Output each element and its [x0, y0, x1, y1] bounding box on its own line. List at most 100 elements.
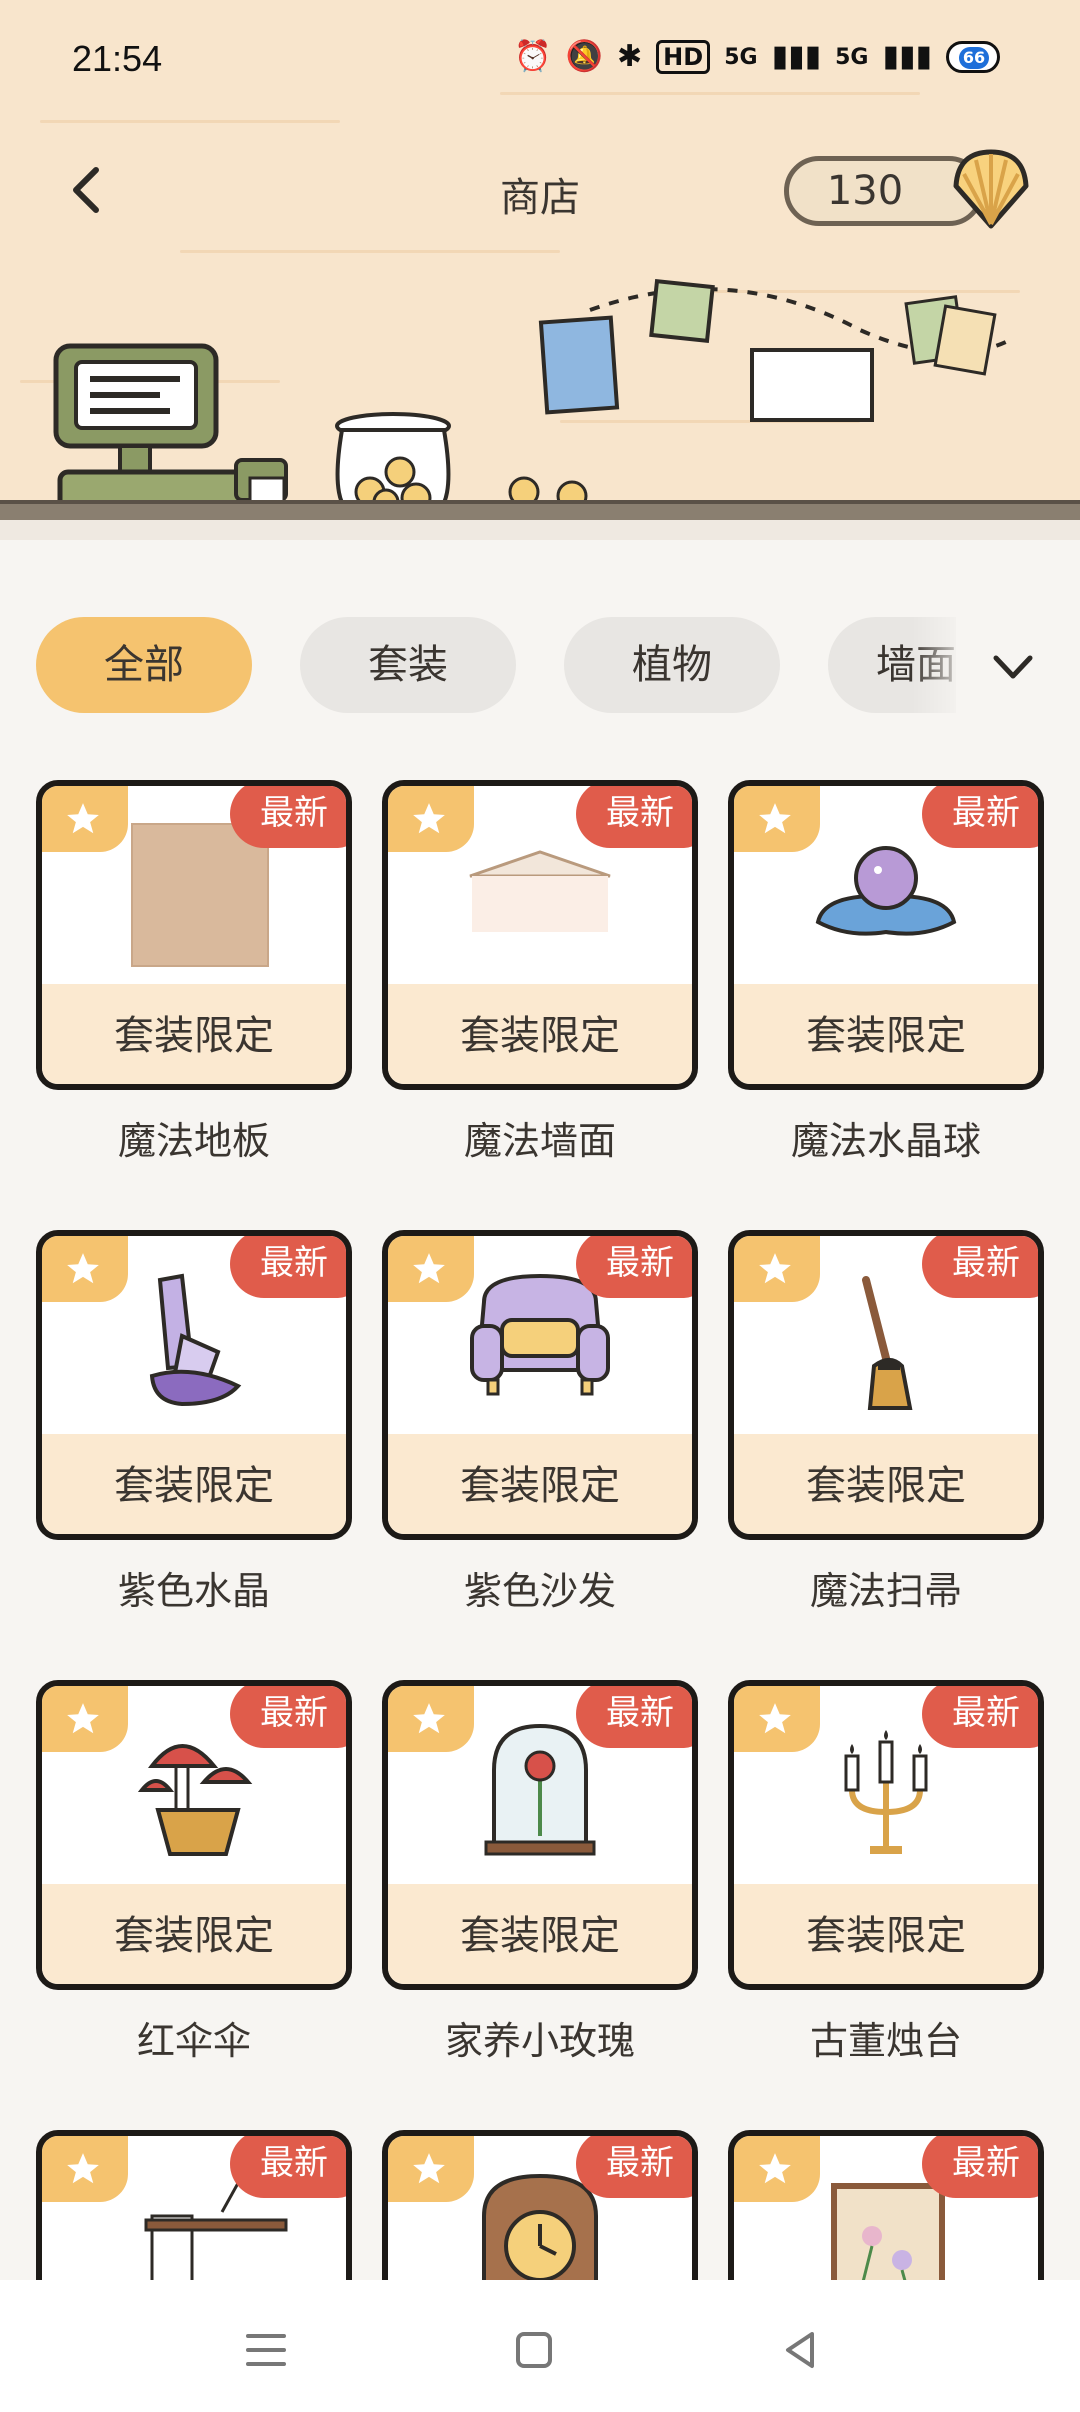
star-icon: [759, 803, 791, 834]
item-grid: 最新 套装限定 魔法地板 最新 套装限定 魔法墙面 最新 套装限定 魔法水晶球 …: [0, 780, 1080, 2280]
star-icon: [413, 803, 445, 834]
wood-grain: [180, 250, 560, 253]
card-footer: 套装限定: [388, 1434, 692, 1534]
card-footer: 套装限定: [388, 1884, 692, 1984]
favorite-badge[interactable]: [388, 1686, 474, 1752]
status-time: 21:54: [72, 38, 163, 79]
back-triangle-icon[interactable]: [770, 2320, 830, 2380]
item-card[interactable]: 最新 套装限定 紫色水晶: [36, 1230, 352, 1613]
floor-strip: [0, 520, 1080, 540]
item-card-frame: 最新 套装限定: [382, 1680, 698, 1990]
item-card-frame: 最新 套装限定: [36, 780, 352, 1090]
item-card-frame: 最新 套装限定: [728, 780, 1044, 1090]
item-card-frame: 最新 套装限定: [382, 1230, 698, 1540]
favorite-badge[interactable]: [42, 1686, 128, 1752]
signal-bars-icon: ▮▮▮: [771, 39, 822, 74]
signal-bars-icon-2: ▮▮▮: [882, 39, 932, 74]
card-footer: 套装限定: [734, 1884, 1038, 1984]
tab-all[interactable]: 全部: [36, 617, 252, 713]
favorite-badge[interactable]: [734, 1236, 820, 1302]
signal-5g-icon: 5G: [724, 44, 758, 70]
star-icon: [67, 1703, 99, 1734]
tab-sets[interactable]: 套装: [300, 617, 516, 713]
star-icon: [759, 2153, 791, 2184]
wood-grain: [40, 120, 340, 123]
counter-shelf: [0, 500, 1080, 520]
new-badge: 最新: [576, 1686, 692, 1748]
card-footer: 套装限定: [388, 984, 692, 1084]
star-icon: [67, 803, 99, 834]
item-card[interactable]: 最新 套装限定 魔法水晶球: [728, 780, 1044, 1163]
favorite-badge[interactable]: [42, 1236, 128, 1302]
item-card[interactable]: 最新: [382, 2130, 698, 2280]
item-name: 古董烛台: [809, 2019, 962, 2063]
favorite-badge[interactable]: [42, 786, 128, 852]
star-icon: [413, 1253, 445, 1284]
status-icons: ⏰ 🔕 ✱ HD 5G ▮▮▮ 5G ▮▮▮ 66: [514, 40, 1000, 74]
star-icon: [759, 1703, 791, 1734]
item-card[interactable]: 最新: [36, 2130, 352, 2280]
new-badge: 最新: [576, 2136, 692, 2198]
card-footer: 套装限定: [734, 1434, 1038, 1534]
system-nav-bar: [0, 2280, 1080, 2412]
item-card[interactable]: 最新 套装限定 魔法墙面: [382, 780, 698, 1163]
alarm-icon: ⏰: [514, 39, 552, 74]
category-tabs: 全部 套装 植物 墙面装: [36, 617, 956, 715]
star-icon: [67, 2153, 99, 2184]
menu-icon[interactable]: [236, 2320, 296, 2380]
star-icon: [759, 1253, 791, 1284]
new-badge: 最新: [576, 1236, 692, 1298]
favorite-badge[interactable]: [734, 1686, 820, 1752]
item-card-frame: 最新 套装限定: [36, 1680, 352, 1990]
item-card[interactable]: 最新 套装限定 古董烛台: [728, 1680, 1044, 2063]
item-card[interactable]: 最新: [728, 2130, 1044, 2280]
new-badge: 最新: [922, 2136, 1038, 2198]
star-icon: [413, 2153, 445, 2184]
tab-plants[interactable]: 植物: [564, 617, 780, 713]
item-card-frame: 最新: [382, 2130, 698, 2280]
item-name: 紫色水晶: [117, 1569, 270, 1613]
item-name: 魔法地板: [117, 1119, 270, 1163]
status-bar: 21:54 ⏰ 🔕 ✱ HD 5G ▮▮▮ 5G ▮▮▮ 66: [0, 0, 1080, 110]
battery-icon: 66: [946, 41, 1000, 73]
star-icon: [413, 1703, 445, 1734]
new-badge: 最新: [230, 2136, 346, 2198]
favorite-badge[interactable]: [42, 2136, 128, 2202]
favorite-badge[interactable]: [388, 2136, 474, 2202]
new-badge: 最新: [922, 1686, 1038, 1748]
tabs-fade: [912, 612, 972, 722]
new-badge: 最新: [230, 786, 346, 848]
item-card[interactable]: 最新 套装限定 紫色沙发: [382, 1230, 698, 1613]
favorite-badge[interactable]: [388, 786, 474, 852]
card-footer: 套装限定: [42, 1434, 346, 1534]
item-name: 家养小玫瑰: [444, 2019, 635, 2063]
hd-icon: HD: [656, 40, 711, 74]
card-footer: 套装限定: [734, 984, 1038, 1084]
item-name: 紫色沙发: [463, 1569, 616, 1613]
item-name: 红伞伞: [136, 2019, 251, 2063]
item-name: 魔法水晶球: [790, 1119, 981, 1163]
mute-bell-icon: 🔕: [565, 39, 604, 74]
battery-level: 66: [959, 47, 989, 69]
item-card-frame: 最新 套装限定: [728, 1680, 1044, 1990]
shell-currency-icon: [953, 149, 1029, 229]
favorite-badge[interactable]: [734, 2136, 820, 2202]
favorite-badge[interactable]: [734, 786, 820, 852]
favorite-badge[interactable]: [388, 1236, 474, 1302]
item-card-frame: 最新 套装限定: [36, 1230, 352, 1540]
item-card[interactable]: 最新 套装限定 红伞伞: [36, 1680, 352, 2063]
notes-board-illustration: [538, 279, 1011, 422]
bluetooth-icon: ✱: [617, 39, 643, 74]
item-card-frame: 最新: [36, 2130, 352, 2280]
item-name: 魔法墙面: [463, 1119, 616, 1163]
card-footer: 套装限定: [42, 984, 346, 1084]
item-card[interactable]: 最新 套装限定 魔法扫帚: [728, 1230, 1044, 1613]
item-card[interactable]: 最新 套装限定 家养小玫瑰: [382, 1680, 698, 2063]
home-square-icon[interactable]: [504, 2320, 564, 2380]
new-badge: 最新: [922, 1236, 1038, 1298]
item-name: 魔法扫帚: [809, 1569, 962, 1613]
new-badge: 最新: [230, 1686, 346, 1748]
item-card[interactable]: 最新 套装限定 魔法地板: [36, 780, 352, 1163]
chevron-down-icon[interactable]: [980, 640, 1046, 696]
card-footer: 套装限定: [42, 1884, 346, 1984]
